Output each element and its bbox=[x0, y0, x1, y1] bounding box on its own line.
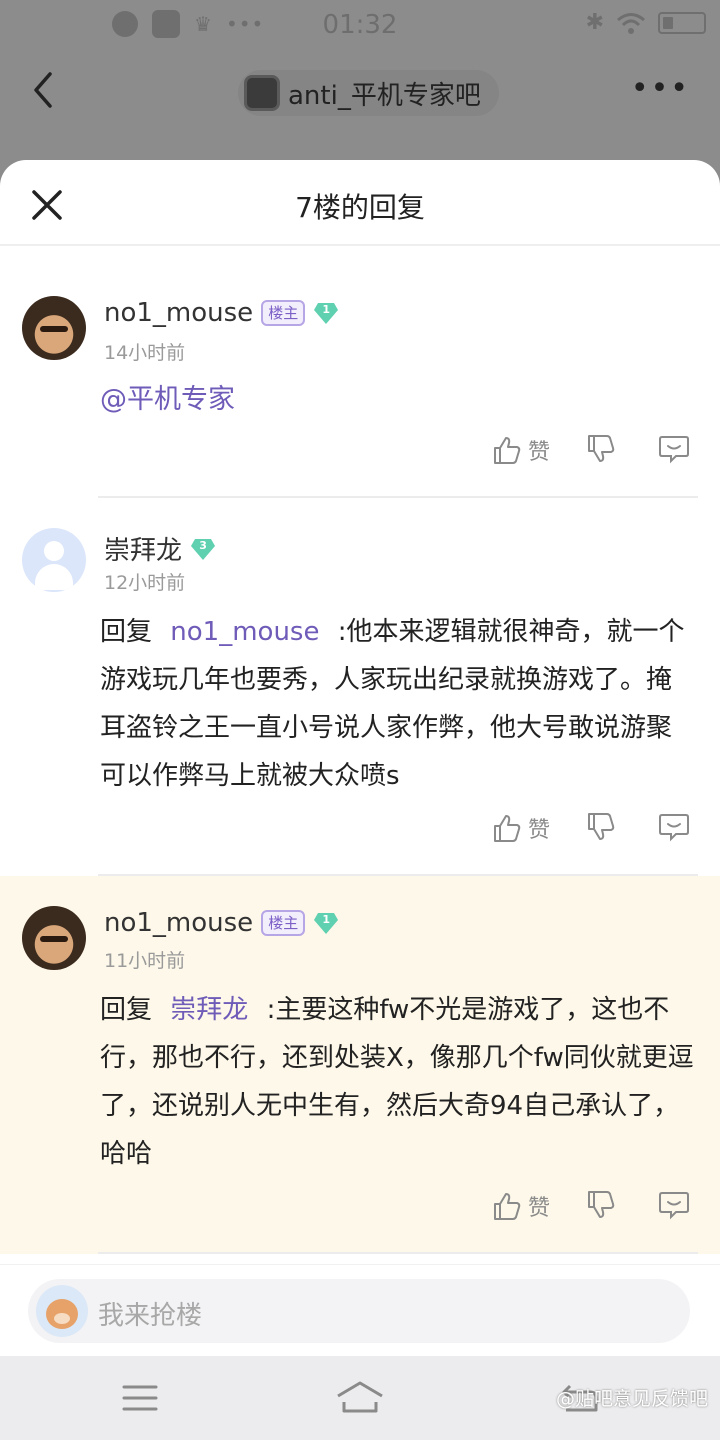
wifi-icon bbox=[617, 12, 645, 34]
comment-input[interactable]: 我来抢楼 bbox=[28, 1279, 690, 1343]
host-badge: 楼主 bbox=[261, 910, 306, 936]
reply-content: 回复 no1_mouse :他本来逻辑就很神奇，就一个游戏玩几年也要秀，人家玩出… bbox=[100, 608, 696, 800]
comment-icon[interactable] bbox=[658, 812, 690, 842]
dislike-icon[interactable] bbox=[586, 1190, 616, 1220]
like-icon bbox=[494, 1193, 521, 1220]
avatar[interactable] bbox=[22, 906, 86, 970]
dislike-icon[interactable] bbox=[586, 812, 616, 842]
like-label: 赞 bbox=[528, 1196, 551, 1221]
sheet-title: 7楼的回复 bbox=[295, 191, 425, 224]
system-nav-bar: @贴吧意见反馈吧 bbox=[0, 1356, 720, 1440]
bluetooth-icon: ✱ bbox=[585, 10, 604, 35]
level-badge-icon: 1 bbox=[313, 911, 339, 935]
host-badge: 楼主 bbox=[261, 300, 306, 326]
top-nav: anti_平机专家吧 ••• bbox=[0, 52, 720, 132]
reply-prefix: 回复 bbox=[100, 617, 153, 647]
comment-icon[interactable] bbox=[658, 1190, 690, 1220]
comment-icon[interactable] bbox=[658, 434, 690, 464]
battery-icon bbox=[658, 11, 706, 34]
mention-link[interactable]: 崇拜龙 bbox=[170, 995, 248, 1025]
like-label: 赞 bbox=[528, 440, 551, 465]
reply-actions: 赞 bbox=[0, 1190, 720, 1230]
comment-placeholder: 我来抢楼 bbox=[98, 1301, 203, 1331]
like-button[interactable]: 赞 bbox=[492, 1190, 550, 1222]
reply-content: 回复 崇拜龙 :主要这种fw不光是游戏了，这也不行，那也不行，还到处装X，像那几… bbox=[100, 986, 696, 1178]
reply-item: no1_mouse 楼主 1 14小时前 @平机专家 赞 bbox=[0, 248, 720, 498]
reply-item: 崇拜龙 3 12小时前 回复 no1_mouse :他本来逻辑就很神奇，就一个游… bbox=[0, 498, 720, 876]
comment-bar: 我来抢楼 bbox=[0, 1264, 720, 1356]
level-badge-icon: 3 bbox=[190, 537, 216, 561]
menu-icon[interactable] bbox=[122, 1384, 158, 1412]
avatar[interactable] bbox=[22, 296, 86, 360]
system-icons: ✱ bbox=[586, 10, 706, 35]
reply-sheet: 7楼的回复 no1_mouse 楼主 1 14小时前 @平机专家 赞 崇拜龙 3… bbox=[0, 160, 720, 1356]
reply-time: 14小时前 bbox=[104, 342, 186, 364]
watermark: @贴吧意见反馈吧 bbox=[555, 1388, 708, 1410]
reply-time: 12小时前 bbox=[104, 572, 186, 594]
status-bar: ♛ ••• 01:32 ✱ bbox=[0, 0, 720, 52]
like-icon bbox=[494, 815, 521, 842]
level-badge-icon: 1 bbox=[313, 301, 339, 325]
more-icon[interactable]: ••• bbox=[631, 74, 690, 104]
reply-content: @平机专家 bbox=[100, 376, 696, 424]
mention-link[interactable]: @平机专家 bbox=[100, 384, 235, 415]
avatar[interactable] bbox=[22, 528, 86, 592]
forum-logo bbox=[244, 75, 280, 111]
like-button[interactable]: 赞 bbox=[492, 434, 550, 466]
reply-time: 11小时前 bbox=[104, 950, 186, 972]
username[interactable]: no1_mouse bbox=[104, 908, 253, 938]
reply-actions: 赞 bbox=[0, 434, 720, 474]
forum-name: anti_平机专家吧 bbox=[288, 80, 481, 111]
home-icon[interactable] bbox=[334, 1380, 386, 1414]
dislike-icon[interactable] bbox=[586, 434, 616, 464]
divider bbox=[98, 1252, 698, 1254]
back-icon[interactable] bbox=[26, 70, 62, 110]
like-button[interactable]: 赞 bbox=[492, 812, 550, 844]
username[interactable]: 崇拜龙 bbox=[104, 530, 182, 567]
reply-item: no1_mouse 楼主 1 11小时前 回复 崇拜龙 :主要这种fw不光是游戏… bbox=[0, 876, 720, 1254]
forum-title-button[interactable]: anti_平机专家吧 bbox=[238, 70, 499, 116]
username[interactable]: no1_mouse bbox=[104, 298, 253, 328]
like-icon bbox=[494, 437, 521, 464]
reply-prefix: 回复 bbox=[100, 995, 153, 1025]
sheet-header: 7楼的回复 bbox=[0, 160, 720, 246]
user-avatar bbox=[36, 1285, 88, 1337]
like-label: 赞 bbox=[528, 818, 551, 843]
mention-link[interactable]: no1_mouse bbox=[170, 617, 319, 647]
reply-actions: 赞 bbox=[0, 812, 720, 852]
